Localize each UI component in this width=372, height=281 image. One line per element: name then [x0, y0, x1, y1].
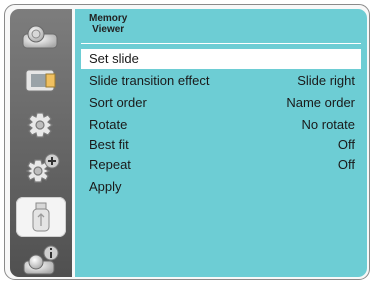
tab-display[interactable]: [16, 17, 66, 57]
panel-title: Memory Viewer: [89, 13, 127, 35]
tab-memory-viewer[interactable]: [16, 197, 66, 237]
menu-item-label: Sort order: [89, 95, 147, 110]
menu-item-rotate[interactable]: Rotate No rotate: [81, 115, 361, 135]
menu-item-label: Slide transition effect: [89, 73, 210, 88]
menu-item-sort-order[interactable]: Sort order Name order: [81, 93, 361, 113]
projector-info-icon: [23, 245, 59, 275]
expanded-settings-icon: [25, 153, 60, 183]
tab-settings[interactable]: [16, 105, 66, 145]
menu-item-label: Repeat: [89, 157, 131, 172]
menu-item-slide-transition-effect[interactable]: Slide transition effect Slide right: [81, 71, 361, 91]
menu-item-value: Off: [337, 157, 355, 172]
menu-item-value: Off: [337, 137, 355, 152]
tab-information[interactable]: [16, 241, 66, 279]
image-adjust-icon: [25, 69, 56, 92]
menu-item-repeat[interactable]: Repeat Off: [81, 155, 361, 175]
menu-item-apply[interactable]: Apply: [81, 177, 361, 197]
menu-item-label: Best fit: [89, 137, 129, 152]
menu-panel: Memory Viewer Set slide Slide transition…: [75, 9, 367, 277]
panel-title-line1: Memory: [89, 13, 128, 24]
menu-item-label: Set slide: [89, 51, 139, 66]
menu-window: Memory Viewer Set slide Slide transition…: [4, 4, 370, 280]
usb-memory-icon: [32, 202, 50, 232]
menu-item-label: Apply: [89, 179, 122, 194]
panel-title-line2: Viewer: [92, 24, 125, 35]
menu-item-set-slide[interactable]: Set slide: [81, 49, 361, 69]
menu-item-best-fit[interactable]: Best fit Off: [81, 135, 361, 155]
menu-item-value: No rotate: [301, 117, 355, 132]
menu-item-value: Slide right: [297, 73, 355, 88]
settings-gear-icon: [27, 112, 53, 138]
tab-expanded[interactable]: [16, 149, 66, 189]
menu-item-label: Rotate: [89, 117, 128, 132]
title-divider: [81, 43, 361, 44]
menu-item-value: Name order: [286, 95, 355, 110]
menu-sidebar: [10, 9, 72, 277]
tab-image[interactable]: [16, 61, 66, 101]
projector-display-icon: [22, 25, 58, 49]
